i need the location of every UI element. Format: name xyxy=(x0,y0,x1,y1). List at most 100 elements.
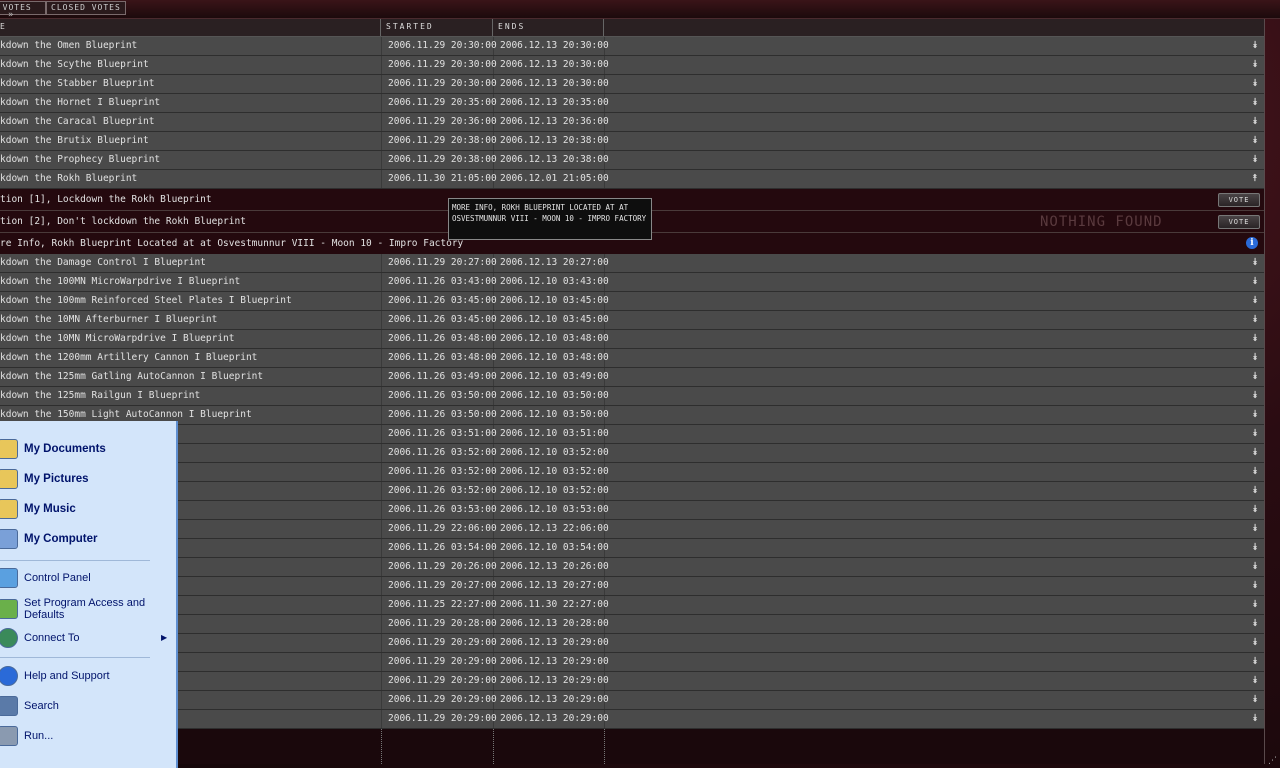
vote-row[interactable]: 2006.11.29 20:29:00 2006.12.13 20:29:00 ⯯ xyxy=(0,653,1264,672)
vote-row[interactable]: 2006.11.26 03:52:00 2006.12.10 03:52:00 ⯯ xyxy=(0,444,1264,463)
vote-row[interactable]: kdown the 100MN MicroWarpdrive I Bluepri… xyxy=(0,273,1264,292)
vote-row[interactable]: kdown the 10MN MicroWarpdrive I Blueprin… xyxy=(0,330,1264,349)
vote-row[interactable]: 2006.11.26 03:53:00 2006.12.10 03:53:00 ⯯ xyxy=(0,501,1264,520)
vote-ends: 2006.12.01 21:05:00 xyxy=(500,173,609,184)
expand-chevron-icon[interactable]: ⯯ xyxy=(1249,368,1261,386)
vote-row[interactable]: 2006.11.26 03:54:00 2006.12.10 03:54:00 ⯯ xyxy=(0,539,1264,558)
expand-chevron-icon[interactable]: ⯯ xyxy=(1249,94,1261,112)
resize-grip-icon[interactable]: ⋰ xyxy=(1268,756,1277,766)
vote-button-option-2[interactable]: VOTE xyxy=(1218,215,1260,229)
vote-row[interactable]: kdown the 125mm Railgun I Blueprint 2006.… xyxy=(0,387,1264,406)
start-menu-item[interactable]: Connect To ▶ xyxy=(0,627,170,649)
vote-started: 2006.11.26 03:43:00 xyxy=(388,276,497,287)
vote-row[interactable]: 2006.11.29 20:29:00 2006.12.13 20:29:00 ⯯ xyxy=(0,691,1264,710)
expand-chevron-icon[interactable]: ⯯ xyxy=(1249,406,1261,424)
expand-chevron-icon[interactable]: ⯯ xyxy=(1249,387,1261,405)
info-icon[interactable]: i xyxy=(1246,237,1258,249)
expand-chevron-icon[interactable]: ⯯ xyxy=(1249,634,1261,652)
vote-row[interactable]: 2006.11.26 03:51:00 2006.12.10 03:51:00 ⯯ xyxy=(0,425,1264,444)
vote-row[interactable]: kdown the 1200mm Artillery Cannon I Blue… xyxy=(0,349,1264,368)
expand-chevron-icon[interactable]: ⯯ xyxy=(1249,254,1261,272)
vote-row[interactable]: 2006.11.29 20:26:00 2006.12.13 20:26:00 ⯯ xyxy=(0,558,1264,577)
expand-chevron-icon[interactable]: ⯯ xyxy=(1249,132,1261,150)
tab-open-votes[interactable]: N VOTES xyxy=(0,1,46,15)
vote-started: 2006.11.26 03:52:00 xyxy=(388,485,497,496)
vote-title: kdown the Caracal Blueprint xyxy=(0,116,155,127)
expand-chevron-icon[interactable]: ⯯ xyxy=(1249,56,1261,74)
vote-row[interactable]: int2006.11.26 03:52:002006.12.10 03:52:0… xyxy=(0,463,1264,482)
vote-started: 2006.11.29 20:38:00 xyxy=(388,135,497,146)
vote-row[interactable]: 2006.11.29 20:28:00 2006.12.13 20:28:00 ⯯ xyxy=(0,615,1264,634)
expand-chevron-icon[interactable]: ⯯ xyxy=(1249,558,1261,576)
start-menu-item[interactable]: My Computer xyxy=(0,528,170,550)
expand-chevron-icon[interactable]: ⯯ xyxy=(1249,75,1261,93)
column-guide xyxy=(604,729,605,764)
vote-row[interactable]: kdown the 150mm Light AutoCannon I Bluep… xyxy=(0,406,1264,425)
tab-closed-votes[interactable]: CLOSED VOTES xyxy=(46,1,126,15)
vote-started: 2006.11.26 03:50:00 xyxy=(388,409,497,420)
vote-row[interactable]: kdown the Caracal Blueprint 2006.11.29 20… xyxy=(0,113,1264,132)
expand-chevron-icon[interactable]: ⯯ xyxy=(1249,710,1261,728)
collapse-chevron-icon[interactable]: ⯭ xyxy=(1249,170,1261,188)
vote-row[interactable]: kdown the Hornet I Blueprint 2006.11.29 2… xyxy=(0,94,1264,113)
start-menu-item[interactable]: Run... xyxy=(0,725,170,747)
expand-chevron-icon[interactable]: ⯯ xyxy=(1249,672,1261,690)
vote-row[interactable]: 2006.11.29 20:27:00 2006.12.13 20:27:00 ⯯ xyxy=(0,577,1264,596)
vote-row[interactable]: kdown the Brutix Blueprint 2006.11.29 20:… xyxy=(0,132,1264,151)
header-title-col[interactable]: E xyxy=(0,22,7,31)
expand-chevron-icon[interactable]: ⯯ xyxy=(1249,151,1261,169)
expand-chevron-icon[interactable]: ⯯ xyxy=(1249,37,1261,55)
vote-row[interactable]: d Knowledge2006.11.25 22:27:002006.11.30… xyxy=(0,596,1264,615)
vote-ends: 2006.12.10 03:52:00 xyxy=(500,466,609,477)
vote-row[interactable]: kdown the Prophecy Blueprint 2006.11.29 2… xyxy=(0,151,1264,170)
expand-chevron-icon[interactable]: ⯯ xyxy=(1249,501,1261,519)
header-started-col[interactable]: STARTED xyxy=(386,22,434,31)
start-menu-item[interactable]: Control Panel xyxy=(0,567,170,589)
menu-separator xyxy=(0,657,150,658)
expand-chevron-icon[interactable]: ⯯ xyxy=(1249,113,1261,131)
header-ends-col[interactable]: ENDS xyxy=(498,22,525,31)
vote-row[interactable]: kdown the Scythe Blueprint 2006.11.29 20:… xyxy=(0,56,1264,75)
expand-chevron-icon[interactable]: ⯯ xyxy=(1249,444,1261,462)
vote-row[interactable]: 2006.11.29 20:29:00 2006.12.13 20:29:00 ⯯ xyxy=(0,634,1264,653)
expand-chevron-icon[interactable]: ⯯ xyxy=(1249,520,1261,538)
start-menu-item[interactable]: My Documents xyxy=(0,438,170,460)
expand-chevron-icon[interactable]: ⯯ xyxy=(1249,292,1261,310)
vote-row[interactable]: kdown the 125mm Gatling AutoCannon I Blu… xyxy=(0,368,1264,387)
vote-ends: 2006.12.13 20:30:00 xyxy=(500,78,609,89)
expand-chevron-icon[interactable]: ⯯ xyxy=(1249,425,1261,443)
vote-option-1-label: tion [1], Lockdown the Rokh Blueprint xyxy=(0,194,212,205)
start-menu-item-label: Help and Support xyxy=(24,670,110,682)
expand-chevron-icon[interactable]: ⯯ xyxy=(1249,311,1261,329)
vote-ends: 2006.12.13 20:29:00 xyxy=(500,656,609,667)
start-menu-item[interactable]: My Pictures xyxy=(0,468,170,490)
expand-chevron-icon[interactable]: ⯯ xyxy=(1249,463,1261,481)
vote-row[interactable]: 2006.11.29 20:29:00 2006.12.13 20:29:00 ⯯ xyxy=(0,672,1264,691)
vote-row[interactable]: 2006.11.29 22:06:00 2006.12.13 22:06:00 ⯯ xyxy=(0,520,1264,539)
expand-chevron-icon[interactable]: ⯯ xyxy=(1249,539,1261,557)
vote-row[interactable]: kdown the 100mm Reinforced Steel Plates … xyxy=(0,292,1264,311)
start-menu-item[interactable]: My Music xyxy=(0,498,170,520)
expand-chevron-icon[interactable]: ⯯ xyxy=(1249,349,1261,367)
expand-chevron-icon[interactable]: ⯯ xyxy=(1249,482,1261,500)
start-menu-item[interactable]: Set Program Access and Defaults xyxy=(0,595,170,623)
expand-chevron-icon[interactable]: ⯯ xyxy=(1249,653,1261,671)
vote-row[interactable]: kdown the Stabber Blueprint 2006.11.29 20… xyxy=(0,75,1264,94)
start-menu-item[interactable]: Search xyxy=(0,695,170,717)
expand-chevron-icon[interactable]: ⯯ xyxy=(1249,577,1261,595)
vote-row[interactable]: nt2006.11.26 03:52:002006.12.10 03:52:00… xyxy=(0,482,1264,501)
vote-row[interactable]: kdown the Rokh Blueprint 2006.11.30 21:05… xyxy=(0,170,1264,189)
vote-ends: 2006.12.10 03:50:00 xyxy=(500,409,609,420)
vote-row[interactable]: kdown the Damage Control I Blueprint 2006… xyxy=(0,254,1264,273)
vote-row[interactable]: kdown the 10MN Afterburner I Blueprint 20… xyxy=(0,311,1264,330)
vote-started: 2006.11.26 03:48:00 xyxy=(388,352,497,363)
vote-row[interactable]: kdown the Omen Blueprint 2006.11.29 20:30… xyxy=(0,37,1264,56)
start-menu-item[interactable]: Help and Support xyxy=(0,665,170,687)
vote-row[interactable]: 2006.11.29 20:29:00 2006.12.13 20:29:00 ⯯ xyxy=(0,710,1264,729)
expand-chevron-icon[interactable]: ⯯ xyxy=(1249,273,1261,291)
vote-button-option-1[interactable]: VOTE xyxy=(1218,193,1260,207)
expand-chevron-icon[interactable]: ⯯ xyxy=(1249,615,1261,633)
expand-chevron-icon[interactable]: ⯯ xyxy=(1249,691,1261,709)
expand-chevron-icon[interactable]: ⯯ xyxy=(1249,330,1261,348)
expand-chevron-icon[interactable]: ⯯ xyxy=(1249,596,1261,614)
